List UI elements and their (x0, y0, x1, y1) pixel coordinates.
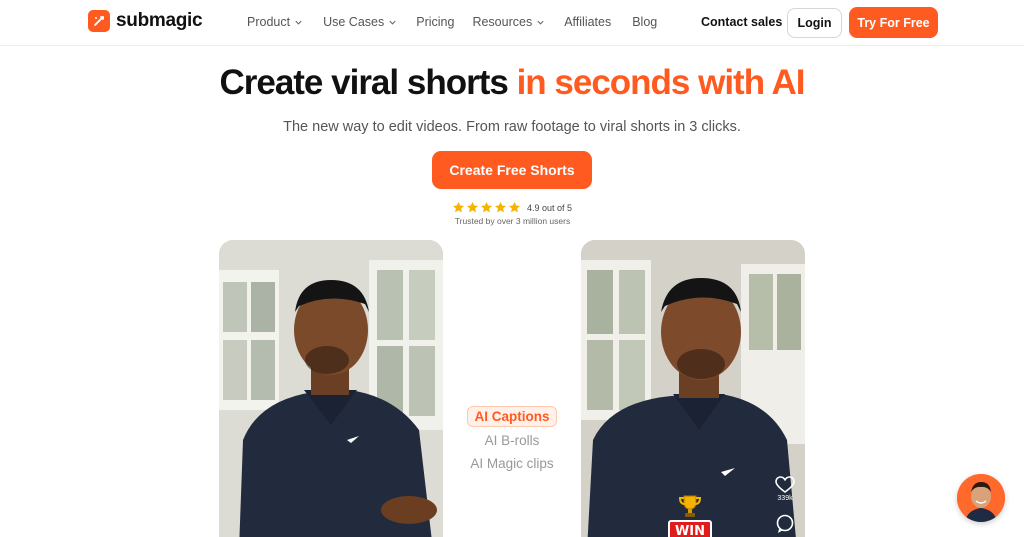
nav-item-label: Product (247, 15, 291, 29)
star-icon (480, 201, 493, 213)
star-icon (452, 201, 465, 213)
nav-item-label: Affiliates (564, 15, 612, 29)
trusted-by-text: Trusted by over 3 million users (454, 216, 571, 226)
nav-item-resources[interactable]: Resources (472, 15, 545, 29)
trophy-icon (678, 495, 702, 517)
nav-item-label: Blog (632, 15, 658, 29)
nav-item-affiliates[interactable]: Affiliates (564, 15, 611, 29)
login-button[interactable]: Login (787, 8, 842, 38)
nav-item-pricing[interactable]: Pricing (416, 15, 454, 29)
hero-subhead: The new way to edit videos. From raw foo… (283, 119, 741, 135)
submagic-logo-icon (88, 10, 110, 32)
try-for-free-button[interactable]: Try For Free (849, 7, 938, 38)
nav-item-label: Use Cases (323, 15, 385, 29)
rating: 4.9 out of 5 (452, 201, 572, 214)
nav-item-label: Pricing (416, 15, 455, 29)
feature-ai-captions[interactable]: AI Captions (467, 406, 557, 427)
video-side-actions: 339k (770, 476, 800, 534)
man-in-polo-image (219, 240, 443, 537)
support-agent-avatar-image (957, 474, 1005, 522)
chevron-down-icon (389, 20, 396, 25)
main-menu: Product Use Cases Pricing Resources Affi… (247, 15, 657, 29)
heart-icon[interactable] (775, 476, 795, 494)
nav-item-use-cases[interactable]: Use Cases (323, 15, 397, 29)
nav-item-blog[interactable]: Blog (632, 15, 657, 29)
win-label: WIN (667, 520, 713, 537)
brand-name: submagic (116, 10, 203, 31)
headline-accent: in seconds with AI (516, 63, 806, 102)
rating-stars (452, 201, 521, 214)
feature-list: AI Captions AI B-rolls AI Magic clips (460, 406, 564, 473)
like-count: 339k (777, 495, 793, 502)
win-badge: WIN (667, 494, 713, 537)
comment-icon[interactable] (775, 514, 795, 534)
top-nav: submagic Product Use Cases Pricing Resou… (0, 0, 1024, 46)
chevron-down-icon (537, 20, 544, 25)
support-chat-avatar[interactable] (957, 474, 1005, 522)
chevron-down-icon (295, 20, 302, 25)
star-icon (494, 201, 507, 213)
headline-main: Create viral shorts (219, 63, 508, 102)
nav-item-product[interactable]: Product (247, 15, 303, 29)
contact-sales-link[interactable]: Contact sales (701, 15, 782, 29)
raw-video-preview (219, 240, 443, 537)
create-free-shorts-button[interactable]: Create Free Shorts (432, 151, 592, 189)
hero-headline: Create viral shorts in seconds with AI (0, 63, 1024, 103)
star-icon (508, 201, 521, 213)
star-icon (466, 201, 479, 213)
nav-item-label: Resources (472, 15, 533, 29)
feature-ai-b-rolls[interactable]: AI B-rolls (479, 431, 546, 450)
feature-ai-magic-clips[interactable]: AI Magic clips (464, 454, 559, 473)
logo[interactable]: submagic (88, 10, 203, 32)
rating-text: 4.9 out of 5 (527, 202, 573, 213)
